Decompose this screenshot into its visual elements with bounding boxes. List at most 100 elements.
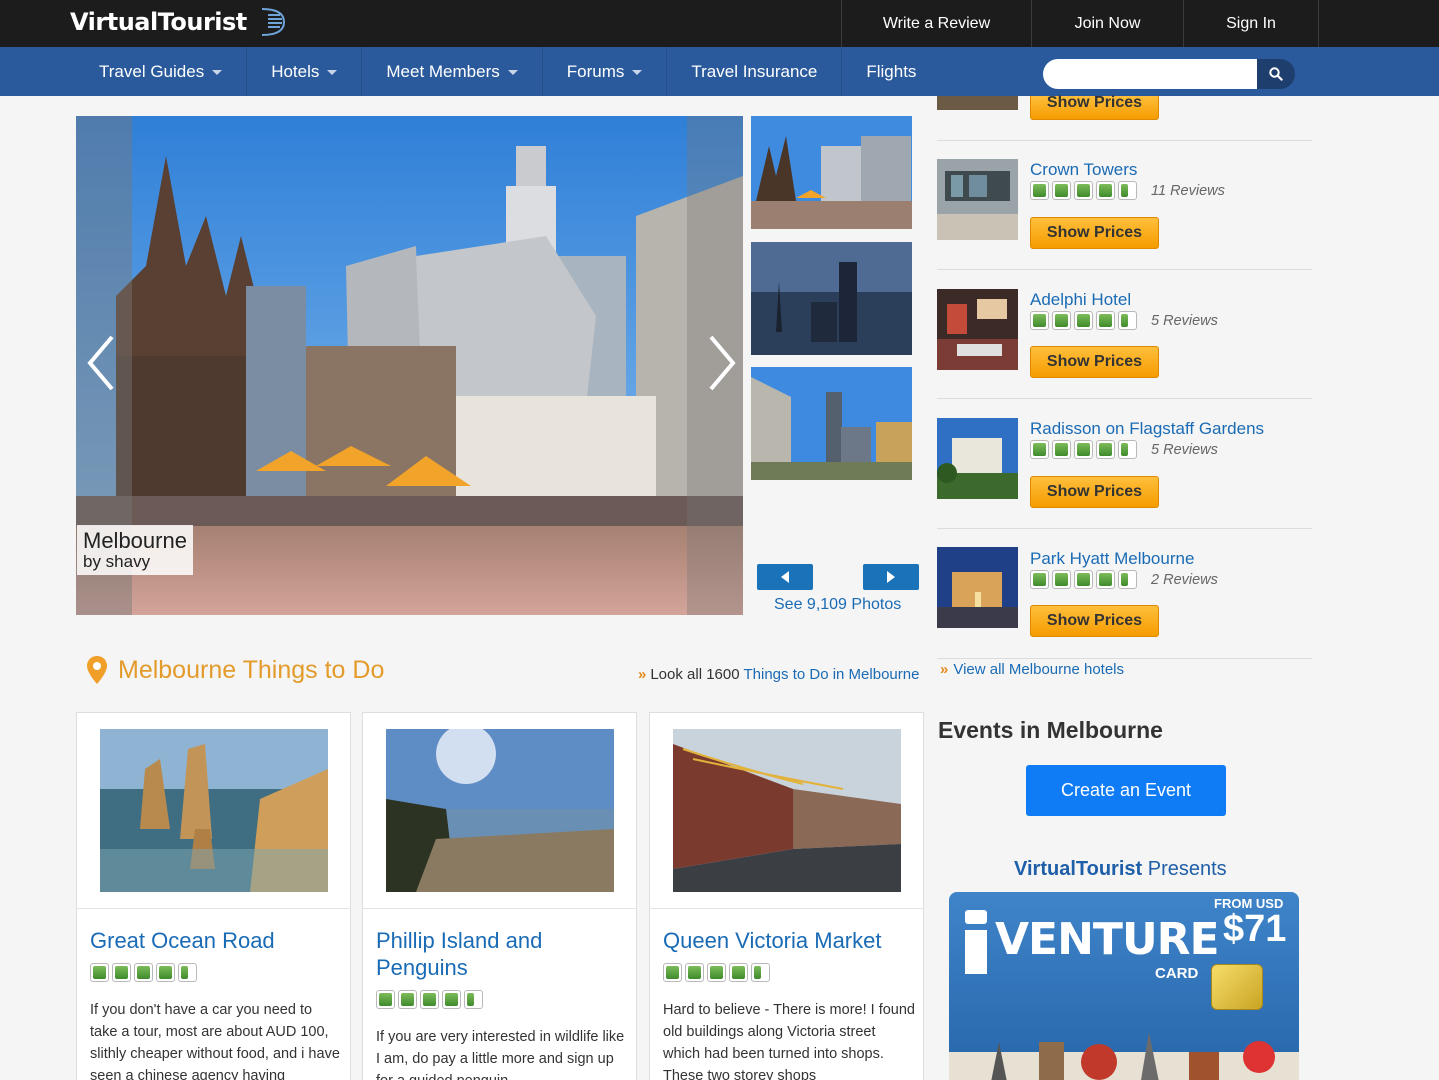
gallery-next-button[interactable] (863, 564, 919, 590)
rating-boxes (1030, 440, 1140, 462)
attraction-photo[interactable] (100, 729, 328, 892)
iventure-i-logo-icon (965, 910, 987, 974)
rating-box-icon (1074, 181, 1093, 200)
hero-prev-arrow-icon[interactable] (86, 333, 116, 393)
create-event-button[interactable]: Create an Event (1026, 765, 1226, 816)
rating-box-icon (134, 963, 153, 982)
hotel-divider (937, 269, 1312, 270)
hotel-photo[interactable] (937, 159, 1018, 240)
hotel-name[interactable]: Adelphi Hotel (1030, 290, 1131, 310)
hotel-name[interactable]: Park Hyatt Melbourne (1030, 549, 1194, 569)
attraction-card[interactable]: Queen Victoria Market Hard to believe - … (649, 712, 924, 1080)
attraction-card[interactable]: Great Ocean Road If you don't have a car… (76, 712, 351, 1080)
gallery-thumbnail[interactable] (751, 367, 912, 480)
rating-box-half-icon (464, 990, 483, 1009)
attraction-card[interactable]: Phillip Island and Penguins If you are v… (362, 712, 637, 1080)
rating-box-icon (1096, 181, 1115, 200)
hotel-review-count[interactable]: 5 Reviews (1151, 313, 1218, 329)
attraction-title[interactable]: Phillip Island and Penguins (376, 927, 631, 981)
hotel-review-count[interactable]: 5 Reviews (1151, 442, 1218, 458)
hotel-review-count[interactable]: 11 Reviews (1151, 183, 1225, 199)
view-all-hotels-link[interactable]: » View all Melbourne hotels (940, 661, 1124, 678)
nav-meet-members[interactable]: Meet Members (362, 47, 543, 96)
double-chevron-icon: » (940, 661, 949, 678)
attraction-review-snippet: Hard to believe - There is more! I found… (663, 1002, 915, 1080)
rating-box-icon (1096, 570, 1115, 589)
show-prices-button[interactable]: Show Prices (1030, 476, 1159, 508)
nav-hotels[interactable]: Hotels (247, 47, 363, 96)
hotel-photo[interactable] (937, 96, 1018, 110)
rating-box-icon (1096, 311, 1115, 330)
card-divider (77, 908, 350, 909)
caption-author[interactable]: by shavy (83, 553, 187, 571)
rating-box-icon (1052, 570, 1071, 589)
attraction-title[interactable]: Queen Victoria Market (663, 927, 918, 954)
nav-forums[interactable]: Forums (543, 47, 668, 96)
nav-label: Forums (566, 62, 625, 81)
hotel-name[interactable]: Crown Towers (1030, 160, 1137, 180)
nav-travel-guides[interactable]: Travel Guides (75, 47, 248, 96)
attraction-title[interactable]: Great Ocean Road (90, 927, 345, 954)
hotel-photo[interactable] (937, 547, 1018, 628)
nav-travel-insurance[interactable]: Travel Insurance (667, 47, 843, 96)
iventure-card-label: CARD (1155, 965, 1199, 982)
rating-boxes (1030, 311, 1140, 333)
see-all-photos-link[interactable]: See 9,109 Photos (774, 596, 901, 614)
show-prices-button[interactable]: Show Prices (1030, 605, 1159, 637)
show-prices-button[interactable]: Show Prices (1030, 346, 1159, 378)
search-button[interactable] (1257, 59, 1295, 89)
attraction-photo[interactable] (386, 729, 614, 892)
rating-box-half-icon (1118, 311, 1137, 330)
rating-box-icon (1052, 181, 1071, 200)
hotel-name[interactable]: Radisson on Flagstaff Gardens (1030, 419, 1264, 439)
see-all-prefix: Look all 1600 (650, 666, 740, 683)
rating-box-icon (376, 990, 395, 1009)
hotel-divider (937, 398, 1312, 399)
view-all-label: View all Melbourne hotels (953, 661, 1124, 678)
rating-box-icon (1074, 570, 1093, 589)
rating-box-icon (1030, 311, 1049, 330)
nav-label: Meet Members (386, 62, 500, 81)
hero-next-arrow-icon[interactable] (707, 333, 737, 393)
hotel-photo[interactable] (937, 418, 1018, 499)
hotel-review-count[interactable]: 2 Reviews (1151, 572, 1218, 588)
things-to-do-heading: Melbourne Things to Do (118, 656, 385, 684)
iventure-name: VENTURE (995, 914, 1220, 965)
rating-box-icon (707, 963, 726, 982)
search-input[interactable] (1043, 59, 1258, 89)
map-pin-icon (87, 656, 107, 684)
rating-box-icon (90, 963, 109, 982)
site-logo[interactable]: VirtualTourist (70, 8, 247, 36)
sign-in-link[interactable]: Sign In (1183, 0, 1319, 47)
gallery-prev-button[interactable] (757, 564, 813, 590)
top-bar: VirtualTourist Write a Review Join Now S… (0, 0, 1439, 47)
promo-presents: Presents (1147, 858, 1227, 880)
rating-box-half-icon (1118, 440, 1137, 459)
iventure-card-ad[interactable]: VENTURE CARD FROM USD $71 (949, 892, 1299, 1080)
caption-title: Melbourne (83, 528, 187, 553)
caret-down-icon (212, 70, 223, 76)
hotel-divider (937, 658, 1312, 659)
rating-box-icon (1052, 440, 1071, 459)
events-heading: Events in Melbourne (938, 717, 1163, 743)
show-prices-button[interactable]: Show Prices (1030, 95, 1159, 120)
promo-heading: VirtualTourist Presents (1014, 858, 1227, 881)
write-review-link[interactable]: Write a Review (841, 0, 1031, 47)
gallery-thumbnail[interactable] (751, 116, 912, 229)
promo-price: $71 (1223, 908, 1287, 950)
hotel-photo[interactable] (937, 289, 1018, 370)
rating-box-icon (729, 963, 748, 982)
rating-box-icon (1052, 311, 1071, 330)
attraction-photo[interactable] (673, 729, 901, 892)
things-to-do-link[interactable]: Things to Do in Melbourne (744, 666, 920, 683)
show-prices-button[interactable]: Show Prices (1030, 217, 1159, 249)
see-all-things-to-do: » Look all 1600 Things to Do in Melbourne (638, 666, 919, 683)
rating-box-icon (112, 963, 131, 982)
nav-flights[interactable]: Flights (842, 47, 940, 96)
rating-box-icon (442, 990, 461, 1009)
join-now-link[interactable]: Join Now (1031, 0, 1183, 47)
logo-wave-icon (261, 8, 286, 36)
double-chevron-icon: » (638, 666, 647, 683)
gallery-thumbnail[interactable] (751, 242, 912, 355)
card-divider (650, 908, 923, 909)
